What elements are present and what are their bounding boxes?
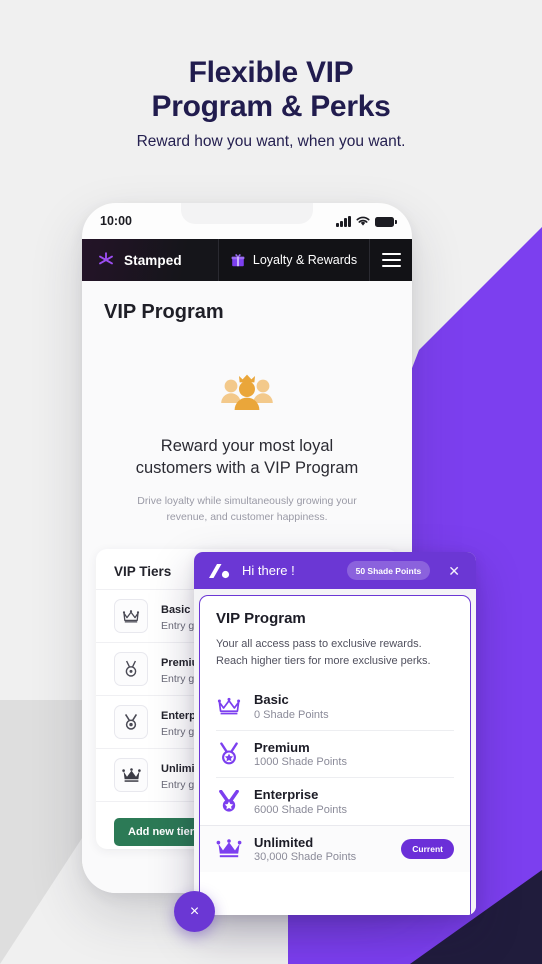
widget-body: VIP Program Your all access pass to excl… [194, 589, 476, 915]
list-item[interactable]: Basic 0 Shade Points [216, 683, 454, 730]
widget-tier-list: Basic 0 Shade Points Premium 1000 Shade … [200, 683, 470, 873]
empty-title-line-2: customers with a VIP Program [135, 459, 359, 478]
desc-line-2: Reach higher tiers for more exclusive pe… [216, 654, 431, 667]
tier-name: Basic [161, 604, 191, 616]
widget-card-description: Your all access pass to exclusive reward… [216, 636, 454, 669]
brand-logo-area[interactable]: Stamped [82, 239, 218, 281]
desc-line-1: Your all access pass to exclusive reward… [216, 638, 422, 650]
page-headline: Flexible VIP Program & Perks [0, 56, 542, 124]
status-bar: 10:00 [82, 203, 412, 239]
crown-filled-icon [114, 758, 148, 792]
gift-icon [231, 254, 245, 267]
medal-star-icon [216, 742, 242, 766]
crown-outline-icon [216, 697, 242, 716]
stamped-starburst-icon [99, 252, 113, 265]
battery-icon [375, 216, 397, 227]
medal-star-icon [216, 789, 242, 814]
tier-points: 6000 Shade Points [254, 803, 347, 816]
close-icon[interactable]: ✕ [440, 564, 464, 578]
crown-outline-icon [114, 599, 148, 633]
nav-section-label: Loyalty & Rewards [252, 253, 358, 267]
brand-label: Stamped [124, 252, 182, 268]
empty-title-line-1: Reward your most loyal [160, 437, 334, 455]
widget-card-title: VIP Program [216, 610, 306, 627]
tier-points: 0 Shade Points [254, 708, 329, 721]
headline-line-2: Program & Perks [151, 89, 391, 123]
list-item[interactable]: Premium 1000 Shade Points [216, 729, 454, 778]
empty-sub-line-2: revenue, and customer happiness. [166, 511, 328, 524]
empty-state-title: Reward your most loyal customers with a … [112, 435, 382, 480]
widget-slash-dot-logo-icon [206, 563, 232, 579]
status-badge[interactable]: 50 Shade Points [346, 561, 431, 580]
vip-customers-group-icon [221, 374, 273, 410]
nav-section-loyalty-rewards[interactable]: Loyalty & Rewards [218, 239, 370, 281]
widget-greeting: Hi there ! [242, 563, 295, 578]
app-navbar: Stamped Loyalty & Rewards [82, 239, 412, 281]
medal-outline-icon [114, 652, 148, 686]
tier-points: 30,000 Shade Points [254, 851, 357, 864]
page-title: VIP Program [104, 301, 224, 323]
headline-line-1: Flexible VIP [188, 56, 354, 89]
empty-state-subtitle: Drive loyalty while simultaneously growi… [112, 493, 382, 526]
status-bar-time: 10:00 [100, 214, 132, 228]
medal-outline-icon [114, 705, 148, 739]
loyalty-widget: Hi there ! 50 Shade Points ✕ VIP Program… [194, 552, 476, 915]
list-item[interactable]: Unlimited 30,000 Shade Points Current [200, 824, 470, 873]
empty-state: Reward your most loyal customers with a … [82, 324, 412, 525]
tier-name: Premium [254, 739, 310, 755]
tier-name: Basic [254, 692, 289, 708]
page-subheadline: Reward how you want, when you want. [136, 133, 406, 150]
tier-points: 1000 Shade Points [254, 756, 347, 769]
empty-sub-line-1: Drive loyalty while simultaneously growi… [137, 494, 357, 507]
signal-bars-icon [336, 215, 351, 227]
hamburger-menu-icon[interactable] [370, 239, 412, 281]
wifi-icon [356, 216, 370, 226]
close-icon: × [189, 902, 200, 920]
tier-name: Unlimited [254, 834, 314, 850]
widget-header: Hi there ! 50 Shade Points ✕ [194, 552, 476, 589]
list-item[interactable]: Enterprise 6000 Shade Points [216, 777, 454, 825]
tier-name: Enterprise [254, 787, 319, 803]
widget-toggle-close-button[interactable]: × [174, 891, 215, 932]
vip-program-card: VIP Program Your all access pass to excl… [199, 595, 471, 915]
crown-filled-icon [216, 839, 242, 859]
current-tier-badge[interactable]: Current [401, 839, 454, 860]
